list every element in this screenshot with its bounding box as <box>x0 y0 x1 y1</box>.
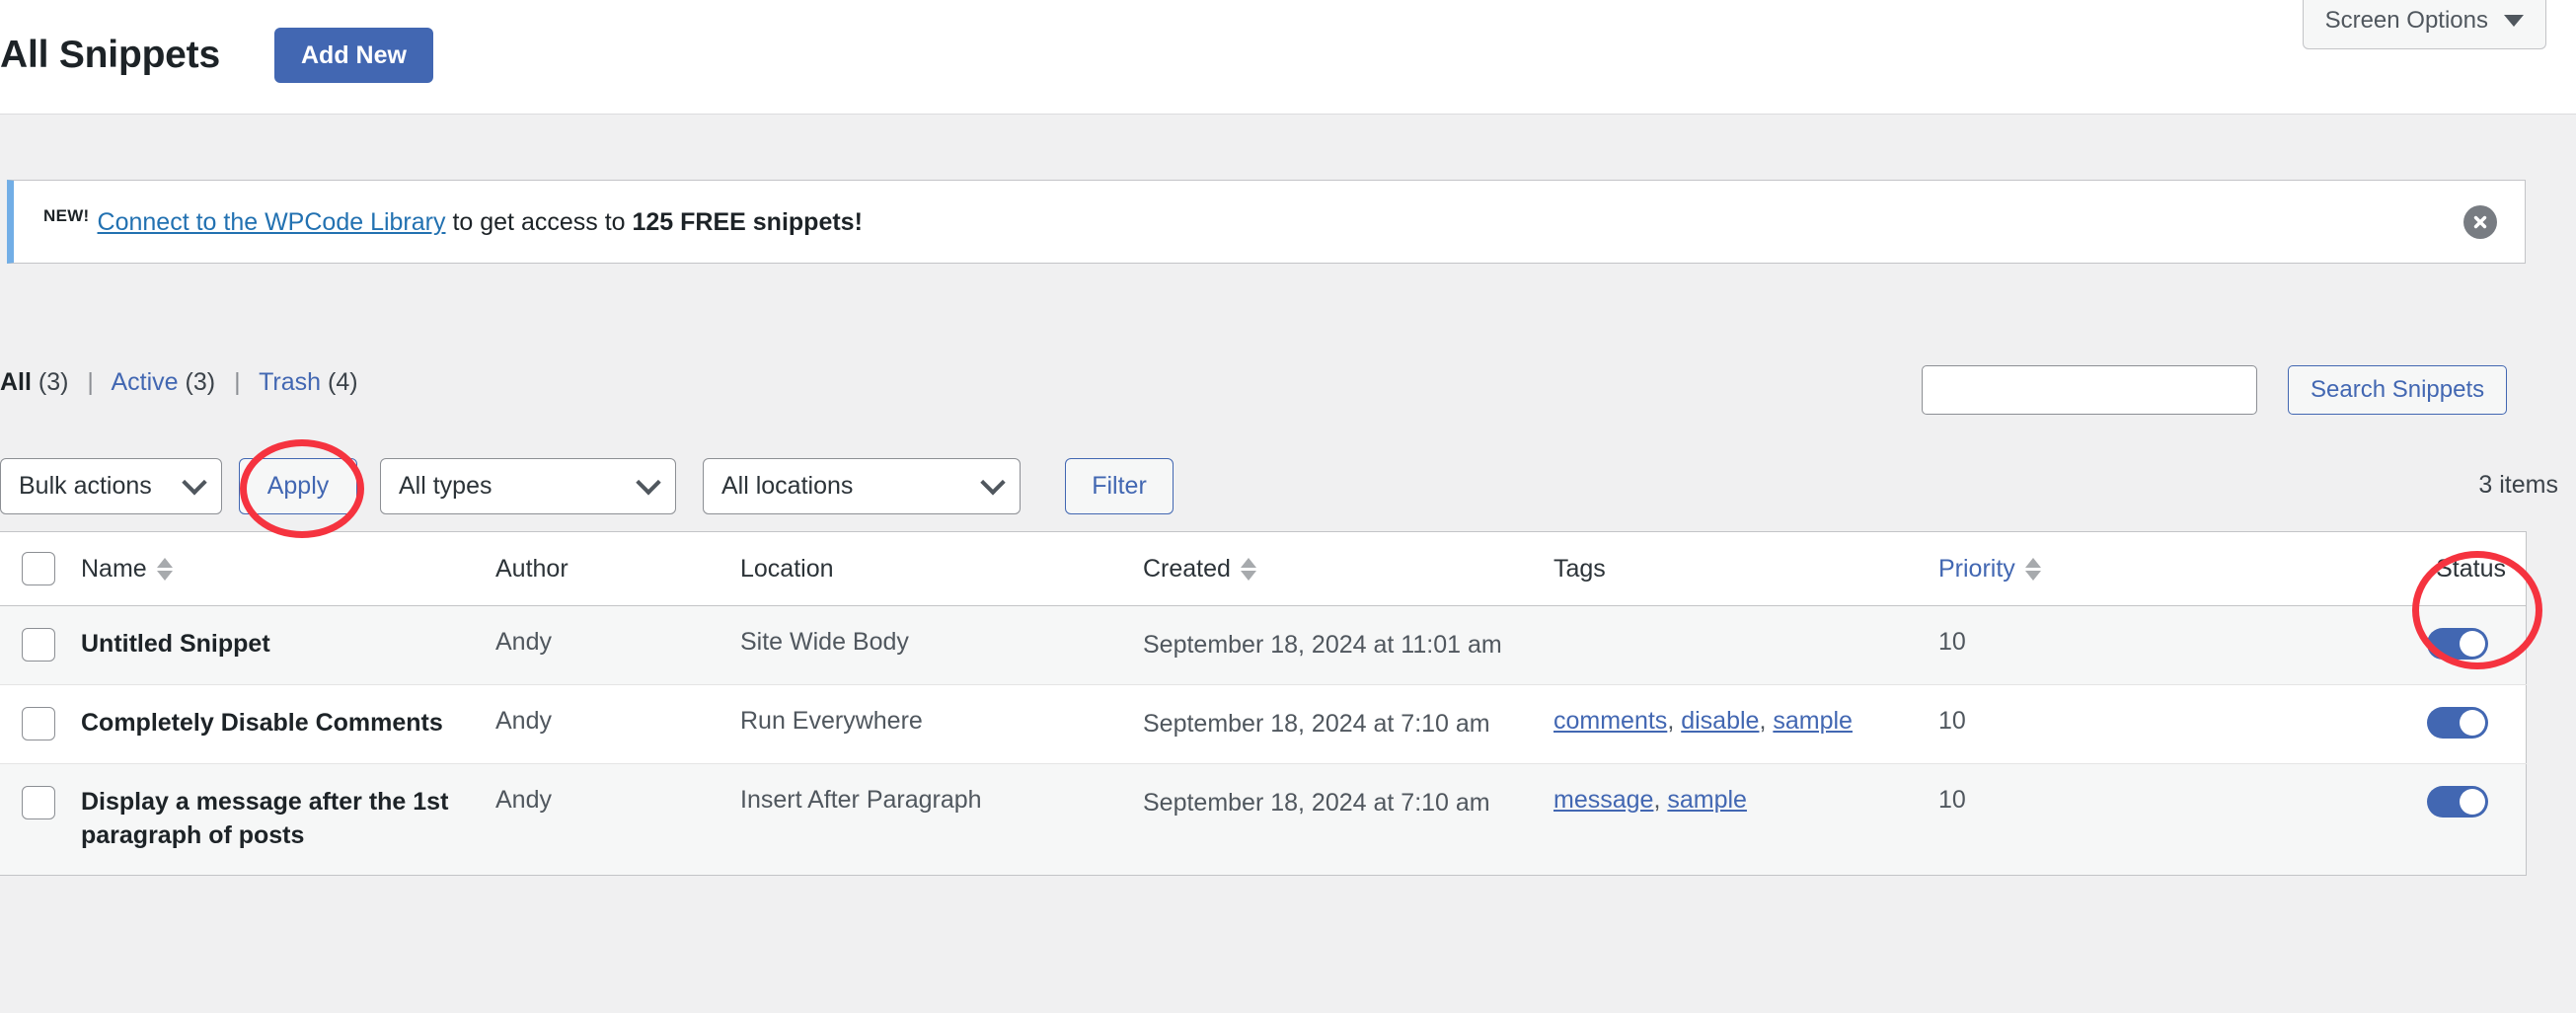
snippet-location-cell: Insert After Paragraph <box>740 764 1143 876</box>
row-checkbox[interactable] <box>22 628 55 662</box>
column-header-priority[interactable]: Priority <box>1938 532 2329 606</box>
table-body: Untitled SnippetAndySite Wide BodySeptem… <box>0 606 2527 876</box>
column-header-location: Location <box>740 532 1143 606</box>
status-toggle[interactable] <box>2427 707 2488 739</box>
select-all-checkbox[interactable] <box>22 552 55 585</box>
snippet-location-cell: Site Wide Body <box>740 606 1143 685</box>
column-header-location-label: Location <box>740 555 834 584</box>
table-row: Completely Disable CommentsAndyRun Every… <box>0 685 2527 764</box>
view-count-active: (3) <box>186 368 216 396</box>
tag-link[interactable]: sample <box>1667 786 1747 814</box>
status-toggle[interactable] <box>2427 786 2488 818</box>
tag-link[interactable]: disable <box>1681 707 1759 735</box>
wpcode-library-notice: NEW! Connect to the WPCode Library to get… <box>7 180 2526 264</box>
column-header-tags: Tags <box>1553 532 1938 606</box>
snippet-name-cell: Untitled Snippet <box>81 606 495 685</box>
page-header-bar: All Snippets Add New <box>0 0 2576 115</box>
chevron-down-icon <box>636 470 660 495</box>
column-header-status: Status <box>2329 532 2527 606</box>
add-new-button[interactable]: Add New <box>274 28 433 83</box>
sort-arrows-icon[interactable] <box>2025 558 2041 581</box>
search-snippets-button[interactable]: Search Snippets <box>2288 365 2507 415</box>
column-header-author: Author <box>495 532 740 606</box>
bulk-actions-select[interactable]: Bulk actions <box>0 458 222 514</box>
snippet-name-cell: Display a message after the 1st paragrap… <box>81 764 495 876</box>
view-separator-2: | <box>234 368 241 396</box>
notice-strong-text: 125 FREE snippets! <box>633 208 863 236</box>
views-filter-links: All (3) | Active (3) | Trash (4) <box>0 368 358 397</box>
chevron-down-icon <box>2504 15 2524 27</box>
snippets-table: Name Author Location <box>0 531 2527 876</box>
search-input[interactable] <box>1922 365 2257 415</box>
snippet-status-cell <box>2329 685 2527 764</box>
view-separator-1: | <box>87 368 94 396</box>
page-title: All Snippets <box>0 34 220 77</box>
snippet-created-cell: September 18, 2024 at 7:10 am <box>1143 764 1553 876</box>
type-filter-select[interactable]: All types <box>380 458 676 514</box>
type-filter-value: All types <box>399 472 492 501</box>
select-all-header <box>0 532 81 606</box>
view-count-trash: (4) <box>328 368 358 396</box>
table-row: Display a message after the 1st paragrap… <box>0 764 2527 876</box>
filter-button[interactable]: Filter <box>1065 458 1174 514</box>
column-header-priority-label[interactable]: Priority <box>1938 555 2015 584</box>
tag-link[interactable]: sample <box>1773 707 1853 735</box>
table-head: Name Author Location <box>0 532 2527 606</box>
row-select-cell <box>0 764 81 876</box>
snippet-status-cell <box>2329 764 2527 876</box>
column-header-created-label: Created <box>1143 555 1231 584</box>
snippet-created-cell: September 18, 2024 at 7:10 am <box>1143 685 1553 764</box>
notice-middle-text: to get access to <box>446 208 633 236</box>
sort-arrows-icon[interactable] <box>157 558 173 581</box>
apply-button[interactable]: Apply <box>239 458 357 514</box>
column-header-tags-label: Tags <box>1553 555 1606 584</box>
snippet-author-cell: Andy <box>495 764 740 876</box>
snippet-author-cell: Andy <box>495 606 740 685</box>
tag-link[interactable]: message <box>1553 786 1653 814</box>
view-link-active[interactable]: Active <box>112 368 179 396</box>
status-toggle[interactable] <box>2427 628 2488 660</box>
snippet-tags-cell <box>1553 606 1938 685</box>
snippet-author-cell: Andy <box>495 685 740 764</box>
column-header-name-label: Name <box>81 555 147 584</box>
screen-options-toggle[interactable]: Screen Options <box>2303 0 2546 49</box>
view-link-trash[interactable]: Trash <box>259 368 321 396</box>
close-icon[interactable] <box>2463 205 2497 239</box>
snippet-name-cell: Completely Disable Comments <box>81 685 495 764</box>
row-checkbox[interactable] <box>22 786 55 819</box>
tag-link[interactable]: comments <box>1553 707 1667 735</box>
screen-options-label: Screen Options <box>2325 7 2488 35</box>
snippet-priority-cell: 10 <box>1938 685 2329 764</box>
snippet-priority-cell: 10 <box>1938 606 2329 685</box>
snippet-tags-cell: comments, disable, sample <box>1553 685 1938 764</box>
column-header-created[interactable]: Created <box>1143 532 1553 606</box>
row-select-cell <box>0 685 81 764</box>
snippet-tags-cell: message, sample <box>1553 764 1938 876</box>
connect-library-link[interactable]: Connect to the WPCode Library <box>98 208 446 236</box>
table-row: Untitled SnippetAndySite Wide BodySeptem… <box>0 606 2527 685</box>
view-count-all: (3) <box>38 368 69 396</box>
snippet-location-cell: Run Everywhere <box>740 685 1143 764</box>
row-select-cell <box>0 606 81 685</box>
snippet-priority-cell: 10 <box>1938 764 2329 876</box>
notice-new-badge: NEW! <box>43 206 90 225</box>
bulk-actions-value: Bulk actions <box>19 472 152 501</box>
wpcode-all-snippets-page: All Snippets Add New Screen Options NEW!… <box>0 0 2576 1013</box>
view-link-all[interactable]: All <box>0 368 32 396</box>
snippet-created-cell: September 18, 2024 at 11:01 am <box>1143 606 1553 685</box>
column-header-status-label: Status <box>2436 555 2506 584</box>
column-header-name[interactable]: Name <box>81 532 495 606</box>
chevron-down-icon <box>182 470 206 495</box>
location-filter-value: All locations <box>721 472 853 501</box>
items-count: 3 items <box>2478 471 2558 500</box>
column-header-author-label: Author <box>495 555 568 584</box>
location-filter-select[interactable]: All locations <box>703 458 1021 514</box>
notice-text: NEW! Connect to the WPCode Library to get… <box>14 206 863 237</box>
chevron-down-icon <box>980 470 1005 495</box>
row-checkbox[interactable] <box>22 707 55 740</box>
table-header-row: Name Author Location <box>0 532 2527 606</box>
snippet-status-cell <box>2329 606 2527 685</box>
sort-arrows-icon[interactable] <box>1241 558 1256 581</box>
